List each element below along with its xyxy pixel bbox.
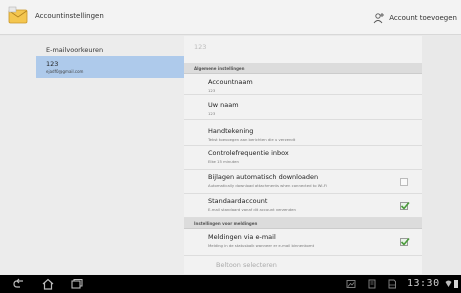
pref-account-name[interactable]: Accountnaam 123	[184, 75, 422, 95]
list-item-account-selected[interactable]: 123 ejadf0@gmail.com	[36, 56, 184, 78]
wifi-icon	[445, 280, 452, 287]
pref-title: Bijlagen automatisch downloaden	[208, 173, 319, 181]
email-app-icon	[8, 6, 28, 24]
email-notifications-checkbox[interactable]	[400, 237, 410, 246]
home-icon[interactable]	[41, 278, 55, 290]
clock: 13:30	[407, 278, 440, 289]
pref-email-notifications[interactable]: Meldingen via e-mail Melding in de statu…	[184, 230, 422, 256]
add-account-button[interactable]: Account toevoegen	[373, 11, 457, 25]
pref-auto-download-attachments[interactable]: Bijlagen automatisch downloaden Automati…	[184, 170, 422, 194]
sd-card-icon	[388, 279, 396, 289]
pref-summary: 123	[208, 88, 216, 93]
pref-summary: Elke 15 minuten	[208, 159, 239, 164]
list-item-label: E-mailvoorkeuren	[46, 46, 104, 54]
pref-default-account[interactable]: Standaardaccount E-mail standaard vanaf …	[184, 194, 422, 218]
pref-inbox-check-frequency[interactable]: Controlefrequentie inbox Elke 15 minuten	[184, 146, 422, 170]
system-nav-bar: 13:30	[0, 275, 461, 293]
pref-summary: Automatically download attachments when …	[208, 183, 327, 188]
section-header-general: Algemene instellingen	[184, 63, 422, 74]
checkmark-icon	[400, 237, 410, 246]
settings-pane: 123 Algemene instellingen Accountnaam 12…	[184, 36, 422, 274]
add-account-label: Account toevoegen	[389, 14, 457, 22]
pref-summary: 123	[208, 111, 216, 116]
list-item-email-preferences[interactable]: E-mailvoorkeuren	[36, 42, 184, 56]
gallery-notification-icon	[346, 280, 356, 288]
section-header-notifications: Instellingen voor meldingen	[184, 218, 422, 229]
add-user-icon	[373, 13, 385, 24]
pref-title: Uw naam	[208, 101, 239, 109]
pref-title: Handtekening	[208, 127, 254, 135]
recent-apps-icon[interactable]	[70, 278, 84, 290]
section-header-label: Instellingen voor meldingen	[194, 220, 258, 226]
pref-summary: Melding in de statusbalk wanneer er e-ma…	[208, 243, 315, 248]
pref-title: Controlefrequentie inbox	[208, 149, 289, 157]
pref-summary: Tekst toevoegen aan berichten die u verz…	[208, 137, 296, 142]
left-pane: E-mailvoorkeuren 123 ejadf0@gmail.com	[0, 36, 184, 274]
default-account-checkbox[interactable]	[400, 201, 410, 210]
account-name: 123	[46, 60, 59, 68]
pref-title: Standaardaccount	[208, 197, 268, 205]
pref-title: Meldingen via e-mail	[208, 233, 276, 241]
account-email: ejadf0@gmail.com	[46, 69, 84, 74]
checkmark-icon	[400, 201, 410, 210]
auto-download-checkbox[interactable]	[400, 178, 408, 186]
section-header-label: Algemene instellingen	[194, 65, 245, 71]
back-icon[interactable]	[12, 278, 26, 290]
pref-signature[interactable]: Handtekening Tekst toevoegen aan bericht…	[184, 124, 422, 146]
page-title: Accountinstellingen	[35, 12, 104, 20]
pref-your-name[interactable]: Uw naam 123	[184, 98, 422, 120]
storage-notification-icon	[368, 279, 376, 289]
pref-title: Accountnaam	[208, 78, 253, 86]
action-bar: Accountinstellingen Account toevoegen	[0, 0, 461, 35]
settings-pane-title: 123	[194, 43, 207, 51]
battery-icon	[454, 280, 458, 288]
pref-summary: E-mail standaard vanaf dit account verze…	[208, 207, 296, 212]
pref-select-ringtone[interactable]: Beltoon selecteren	[216, 261, 277, 269]
